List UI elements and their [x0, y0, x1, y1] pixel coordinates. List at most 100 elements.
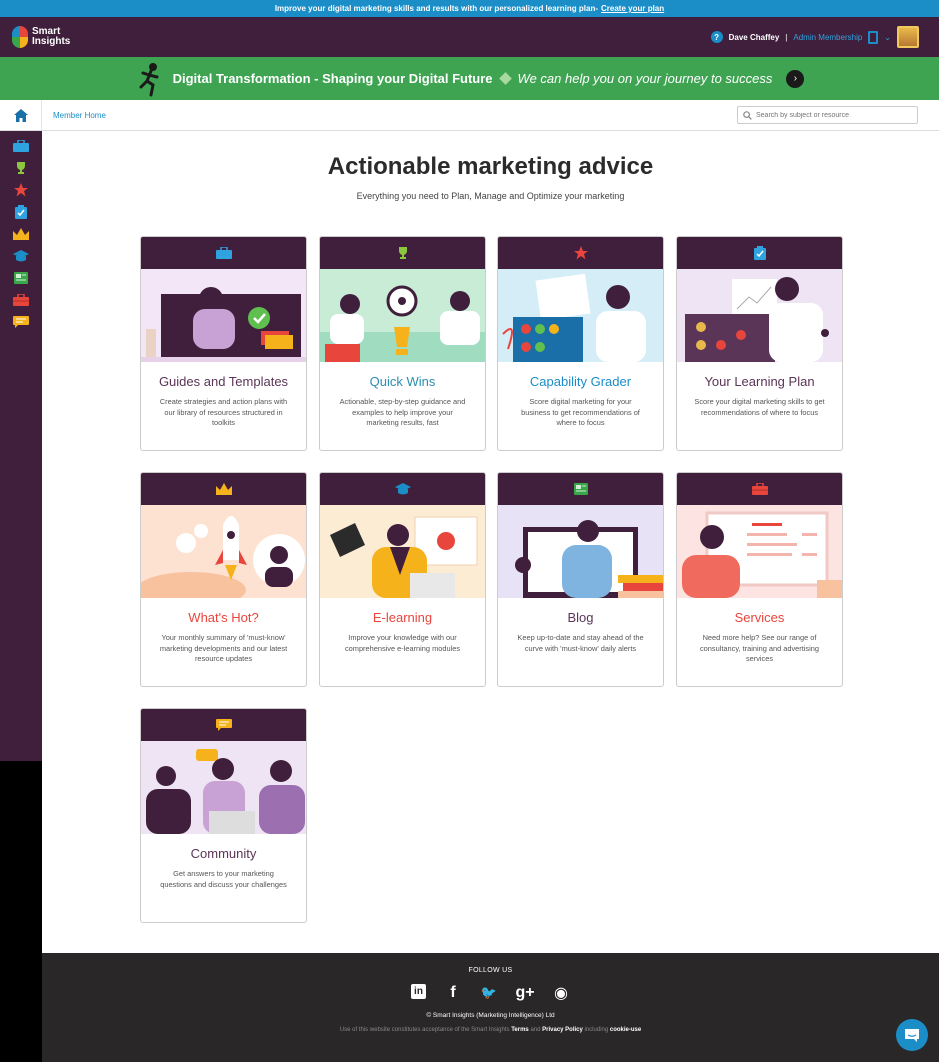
linkedin-icon[interactable]: in	[411, 984, 426, 999]
capability-grader-illustration	[498, 269, 663, 362]
runner-icon	[139, 62, 159, 96]
sidebar-crown-icon[interactable]	[13, 227, 29, 241]
card-services[interactable]: Services Need more help? See our range o…	[676, 472, 843, 687]
page-title: Actionable marketing advice	[327, 153, 654, 180]
smart-insights-logo[interactable]: Smart Insights	[12, 26, 70, 48]
privacy-policy-link[interactable]: Privacy Policy	[542, 1027, 583, 1033]
banner-tagline: We can help you on your journey to succe…	[517, 71, 773, 86]
trophy-icon	[398, 247, 407, 259]
rss-icon[interactable]: ◉	[552, 984, 570, 1002]
toolbox-icon	[751, 483, 768, 495]
services-illustration	[677, 505, 842, 598]
follow-us-label: FOLLOW US	[468, 967, 513, 974]
user-name[interactable]: Dave Chaffey	[729, 33, 780, 42]
copyright: © Smart Insights (Marketing Intelligence…	[426, 1012, 555, 1019]
card-description: Get answers to your marketing questions …	[160, 869, 287, 889]
community-illustration	[141, 741, 306, 834]
sidebar-chat-icon[interactable]	[13, 315, 29, 329]
terms-notice: Use of this website constitutes acceptan…	[42, 1027, 939, 1033]
membership-link[interactable]: Admin Membership	[793, 33, 862, 42]
sidebar-briefcase-icon[interactable]	[13, 139, 29, 153]
card-description: Create strategies and action plans with …	[159, 397, 288, 427]
promo-banner[interactable]: Digital Transformation - Shaping your Di…	[0, 57, 939, 100]
card-e-learning[interactable]: E-learning Improve your knowledge with o…	[319, 472, 486, 687]
card-description: Keep up-to-date and stay ahead of the cu…	[517, 633, 644, 653]
card-title: Quick Wins	[369, 374, 436, 389]
nav-bar: Member Home	[0, 99, 939, 131]
home-button[interactable]	[0, 99, 42, 131]
card-title: What's Hot?	[188, 610, 259, 625]
card-description: Score your digital marketing skills to g…	[694, 397, 825, 417]
logo-line2: Insights	[32, 36, 71, 47]
guides-illustration	[141, 269, 306, 362]
site-footer: FOLLOW US in f 🐦 g+ ◉ © Smart Insights (…	[42, 953, 939, 1062]
home-icon	[13, 108, 28, 122]
chat-bubble-icon	[905, 1028, 919, 1042]
header-separator: |	[785, 32, 788, 42]
google-plus-icon[interactable]: g+	[515, 984, 534, 1002]
chat-icon	[215, 719, 232, 731]
logo-mark-icon	[12, 26, 28, 48]
search-icon	[743, 110, 752, 120]
card-description: Improve your knowledge with our comprehe…	[344, 633, 461, 653]
diamond-icon	[498, 72, 512, 85]
graduation-cap-icon	[394, 483, 411, 495]
card-description: Actionable, step-by-step guidance and ex…	[339, 397, 466, 427]
card-title: Blog	[567, 610, 594, 625]
social-links: in f 🐦 g+ ◉	[42, 984, 939, 1002]
sidebar-graduation-cap-icon[interactable]	[13, 249, 29, 263]
chat-launcher-button[interactable]	[896, 1019, 928, 1051]
avatar[interactable]	[897, 26, 919, 48]
terms-link[interactable]: Terms	[511, 1027, 529, 1033]
briefcase-icon	[215, 247, 232, 259]
site-header: Smart Insights ? Dave Chaffey | Admin Me…	[0, 17, 939, 57]
whats-hot-illustration	[141, 505, 306, 598]
promo-bar: Improve your digital marketing skills an…	[0, 0, 939, 17]
breadcrumb-member-home[interactable]: Member Home	[53, 111, 106, 120]
card-description: Need more help? See our range of consult…	[699, 633, 819, 663]
card-blog[interactable]: Blog Keep up-to-date and stay ahead of t…	[497, 472, 664, 687]
card-whats-hot[interactable]: What's Hot? Your monthly summary of 'mus…	[140, 472, 307, 687]
sidebar-toolbox-icon[interactable]	[13, 293, 29, 307]
card-quick-wins[interactable]: Quick Wins Actionable, step-by-step guid…	[319, 236, 486, 451]
blog-illustration	[498, 505, 663, 598]
card-learning-plan[interactable]: Your Learning Plan Score your digital ma…	[676, 236, 843, 451]
terms-including: including	[584, 1027, 609, 1033]
search-input[interactable]	[756, 111, 906, 119]
search-box[interactable]	[737, 106, 918, 124]
cookie-use-link[interactable]: cookie-use	[610, 1027, 641, 1033]
sidebar-star-icon[interactable]	[13, 183, 29, 197]
sidebar	[0, 131, 42, 761]
clipboard-icon	[753, 246, 766, 260]
star-icon	[573, 246, 588, 260]
banner-title: Digital Transformation - Shaping your Di…	[172, 71, 493, 86]
newspaper-icon	[573, 483, 588, 495]
promo-text: Improve your digital marketing skills an…	[274, 4, 599, 13]
facebook-icon[interactable]: f	[444, 984, 462, 1002]
card-guides-templates[interactable]: Guides and Templates Create strategies a…	[140, 236, 307, 451]
arrow-right-icon[interactable]: ›	[786, 69, 805, 88]
sidebar-clipboard-icon[interactable]	[13, 205, 29, 219]
learning-plan-illustration	[677, 269, 842, 362]
chevron-down-icon[interactable]: ⌄	[884, 33, 891, 42]
sidebar-newspaper-icon[interactable]	[13, 271, 29, 285]
card-description: Score digital marketing for your busines…	[521, 397, 640, 427]
page-subtitle: Everything you need to Plan, Manage and …	[356, 191, 625, 201]
create-plan-link[interactable]: Create your plan	[601, 4, 664, 13]
card-title: Capability Grader	[529, 374, 632, 389]
terms-prefix: Use of this website constitutes acceptan…	[339, 1027, 510, 1033]
help-icon[interactable]: ?	[710, 31, 723, 43]
card-title: Your Learning Plan	[704, 374, 815, 389]
twitter-icon[interactable]: 🐦	[480, 984, 498, 1002]
card-description: Your monthly summary of 'must-know' mark…	[159, 633, 288, 663]
e-learning-illustration	[320, 505, 485, 598]
terms-and: and	[530, 1027, 541, 1033]
document-icon[interactable]	[868, 30, 879, 44]
crown-icon	[215, 483, 232, 495]
card-title: Community	[190, 846, 257, 861]
sidebar-trophy-icon[interactable]	[13, 161, 29, 175]
card-community[interactable]: Community Get answers to your marketing …	[140, 708, 307, 923]
card-capability-grader[interactable]: Capability Grader Score digital marketin…	[497, 236, 664, 451]
card-title: Guides and Templates	[158, 374, 289, 389]
card-title: E-learning	[372, 610, 433, 625]
